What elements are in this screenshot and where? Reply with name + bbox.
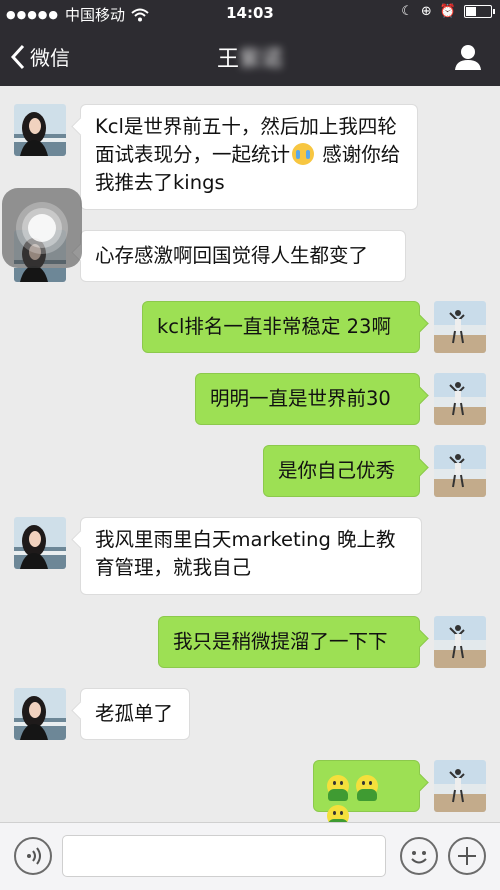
crying-face-icon: [292, 143, 315, 165]
voice-icon: [27, 847, 41, 865]
message-text: 老孤单了: [95, 702, 174, 725]
chat-title-blurred: 紫诺: [239, 47, 284, 72]
my-avatar[interactable]: [434, 616, 486, 668]
input-bar: [0, 822, 500, 890]
message-text: 我风里雨里白天marketing 晚上教育管理，就我自己: [95, 528, 396, 579]
battery-icon: [464, 5, 495, 18]
status-right: ☾ ⊕ ⏰: [401, 4, 495, 19]
received-message-bubble[interactable]: Kcl是世界前五十，然后加上我四轮面试表现分，一起统计 感谢你给我推去了king…: [80, 104, 418, 210]
nav-bar: 微信 王紫诺: [0, 28, 500, 86]
alarm-icon: ⏰: [439, 4, 456, 19]
my-avatar[interactable]: [434, 301, 486, 353]
received-message-bubble[interactable]: 我风里雨里白天marketing 晚上教育管理，就我自己: [80, 517, 422, 595]
status-bar: ●●●●● 中国移动 14:03 ☾ ⊕ ⏰: [0, 0, 500, 28]
message-text: 明明一直是世界前30: [210, 387, 391, 410]
smiley-sticker-icon: [327, 775, 349, 801]
moon-icon: ☾: [401, 4, 413, 19]
message-text: 我只是稍微提溜了一下下: [173, 630, 388, 653]
chat-title: 王紫诺: [0, 41, 500, 73]
sent-message-bubble[interactable]: 我只是稍微提溜了一下下: [158, 616, 420, 668]
more-button[interactable]: [448, 837, 486, 875]
emoji-button[interactable]: [400, 837, 438, 875]
my-avatar[interactable]: [434, 373, 486, 425]
received-message-bubble[interactable]: 老孤单了: [80, 688, 190, 740]
sent-message-bubble[interactable]: [313, 760, 420, 831]
sent-message-bubble[interactable]: kcl排名一直非常稳定 23啊: [142, 301, 420, 353]
message-text: kcl排名一直非常稳定 23啊: [157, 315, 391, 338]
my-avatar[interactable]: [434, 760, 486, 812]
rotation-lock-icon: ⊕: [420, 4, 432, 19]
assistive-touch-button[interactable]: [2, 188, 82, 268]
message-input[interactable]: [62, 835, 386, 877]
contact-avatar[interactable]: [14, 517, 66, 569]
sent-message-bubble[interactable]: 明明一直是世界前30: [195, 373, 420, 425]
person-icon[interactable]: [454, 43, 482, 71]
message-text: 是你自己优秀: [278, 459, 396, 482]
emoji-icon: [411, 851, 427, 864]
plus-icon: [458, 847, 476, 865]
voice-button[interactable]: [14, 837, 52, 875]
contact-avatar[interactable]: [14, 688, 66, 740]
contact-avatar[interactable]: [14, 104, 66, 156]
message-text: 心存感激啊回国觉得人生都变了: [95, 244, 369, 267]
received-message-bubble[interactable]: 心存感激啊回国觉得人生都变了: [80, 230, 406, 282]
smiley-sticker-icon: [356, 775, 378, 801]
my-avatar[interactable]: [434, 445, 486, 497]
chat-title-name: 王: [216, 47, 239, 72]
sent-message-bubble[interactable]: 是你自己优秀: [263, 445, 420, 497]
